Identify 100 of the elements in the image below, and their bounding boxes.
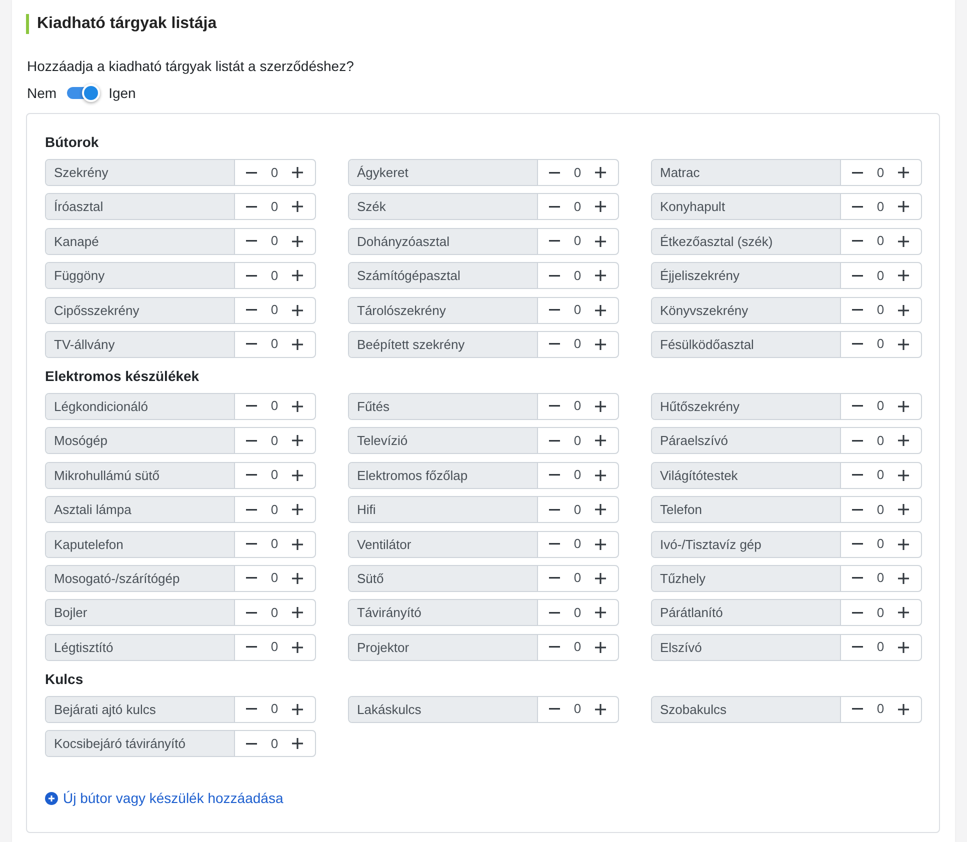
item-label: Légtisztító	[46, 634, 235, 660]
plus-icon	[595, 572, 606, 584]
add-item-link[interactable]: Új bútor vagy készülék hozzáadása	[45, 789, 284, 808]
item-label: Lakáskulcs	[349, 696, 538, 722]
quantity-field[interactable]: 0	[268, 502, 280, 518]
quantity-field[interactable]: 0	[874, 398, 886, 414]
minus-icon	[852, 343, 862, 346]
group-heading: Bútorok	[45, 133, 100, 151]
quantity-field[interactable]: 0	[268, 432, 280, 449]
item-label: Ivó-/Tisztavíz gép	[652, 532, 841, 557]
quantity-field[interactable]: 0	[874, 432, 886, 449]
plus-icon	[595, 270, 606, 282]
quantity-field[interactable]: 0	[268, 164, 280, 180]
plus-icon	[292, 400, 304, 412]
quantity-field[interactable]: 0	[572, 164, 584, 180]
minus-icon	[852, 240, 862, 242]
item-label: Mikrohullámú sütő	[46, 462, 235, 488]
minus-icon	[852, 474, 862, 476]
item-label: Projektor	[349, 634, 538, 660]
quantity-field[interactable]: 0	[268, 398, 280, 414]
quantity-field[interactable]: 0	[268, 604, 280, 621]
item-label: Számítógépasztal	[349, 263, 538, 288]
minus-icon	[246, 206, 256, 208]
quantity-field[interactable]: 0	[268, 570, 280, 586]
plus-icon	[898, 538, 910, 550]
quantity-field[interactable]: 0	[572, 198, 584, 215]
plus-icon	[595, 236, 606, 247]
quantity-field[interactable]: 0	[874, 536, 886, 552]
minus-icon	[852, 440, 862, 442]
quantity-field[interactable]: 0	[874, 164, 886, 180]
quantity-field[interactable]: 0	[268, 536, 280, 552]
quantity-field[interactable]: 0	[268, 701, 280, 718]
quantity-field[interactable]: 0	[572, 302, 584, 318]
quantity-field[interactable]: 0	[572, 701, 584, 718]
minus-icon	[548, 543, 560, 546]
item-label: Étkezőasztal (szék)	[652, 228, 841, 254]
quantity-field[interactable]: 0	[874, 701, 886, 718]
quantity-field[interactable]: 0	[572, 336, 584, 352]
quantity-field[interactable]: 0	[268, 233, 280, 250]
minus-icon	[246, 343, 256, 346]
quantity-field[interactable]: 0	[874, 233, 886, 250]
quantity-field[interactable]: 0	[874, 268, 886, 284]
plus-icon	[898, 167, 910, 178]
quantity-field[interactable]: 0	[572, 268, 584, 284]
quantity-field[interactable]: 0	[572, 639, 584, 656]
item-label: Tárolószekrény	[349, 298, 538, 323]
quantity-field[interactable]: 0	[874, 467, 886, 484]
quantity-field[interactable]: 0	[572, 570, 584, 586]
item-label: Könyvszekrény	[652, 298, 841, 323]
quantity-field[interactable]: 0	[874, 336, 886, 352]
minus-icon	[548, 172, 560, 174]
minus-icon	[548, 343, 560, 346]
minus-icon	[548, 206, 560, 208]
quantity-field[interactable]: 0	[572, 233, 584, 250]
quantity-field[interactable]: 0	[572, 536, 584, 552]
item-label: Kanapé	[46, 228, 235, 254]
plus-icon	[292, 236, 304, 247]
plus-icon	[595, 338, 606, 350]
quantity-field[interactable]: 0	[268, 268, 280, 284]
group-heading: Kulcs	[45, 670, 84, 688]
quantity-field[interactable]: 0	[268, 736, 280, 752]
item-label: Dohányzóasztal	[349, 228, 538, 254]
item-label: Fűtés	[349, 394, 538, 419]
plus-icon	[292, 607, 304, 618]
quantity-field[interactable]: 0	[572, 604, 584, 621]
quantity-field[interactable]: 0	[874, 639, 886, 656]
plus-icon	[595, 704, 606, 715]
item-label: Íróasztal	[46, 194, 235, 220]
plus-circle-icon	[45, 792, 58, 805]
quantity-field[interactable]: 0	[572, 398, 584, 414]
quantity-field[interactable]: 0	[874, 570, 886, 586]
quantity-field[interactable]: 0	[268, 302, 280, 318]
item-label: Cipősszekrény	[46, 298, 235, 323]
quantity-field[interactable]: 0	[268, 198, 280, 215]
item-label: Beépített szekrény	[349, 332, 538, 357]
item-label: Szék	[349, 194, 538, 220]
quantity-field[interactable]: 0	[874, 604, 886, 621]
quantity-field[interactable]: 0	[874, 198, 886, 215]
quantity-field[interactable]: 0	[572, 502, 584, 518]
quantity-field[interactable]: 0	[268, 467, 280, 484]
quantity-field[interactable]: 0	[874, 502, 886, 518]
plus-icon	[292, 738, 304, 750]
quantity-field[interactable]: 0	[572, 467, 584, 484]
minus-icon	[246, 508, 256, 511]
quantity-field[interactable]: 0	[268, 639, 280, 656]
item-label: Szobakulcs	[652, 696, 841, 722]
quantity-field[interactable]: 0	[268, 336, 280, 352]
quantity-field[interactable]: 0	[572, 432, 584, 449]
plus-icon	[595, 470, 606, 481]
minus-icon	[852, 172, 862, 174]
minus-icon	[246, 309, 256, 312]
minus-icon	[246, 708, 256, 710]
plus-icon	[595, 435, 606, 446]
minus-icon	[246, 405, 256, 408]
item-label: TV-állvány	[46, 332, 235, 357]
item-label: Konyhapult	[652, 194, 841, 220]
plus-icon	[292, 304, 304, 316]
toggle-switch[interactable]	[66, 84, 100, 102]
quantity-field[interactable]: 0	[874, 302, 886, 318]
plus-icon	[595, 400, 606, 412]
